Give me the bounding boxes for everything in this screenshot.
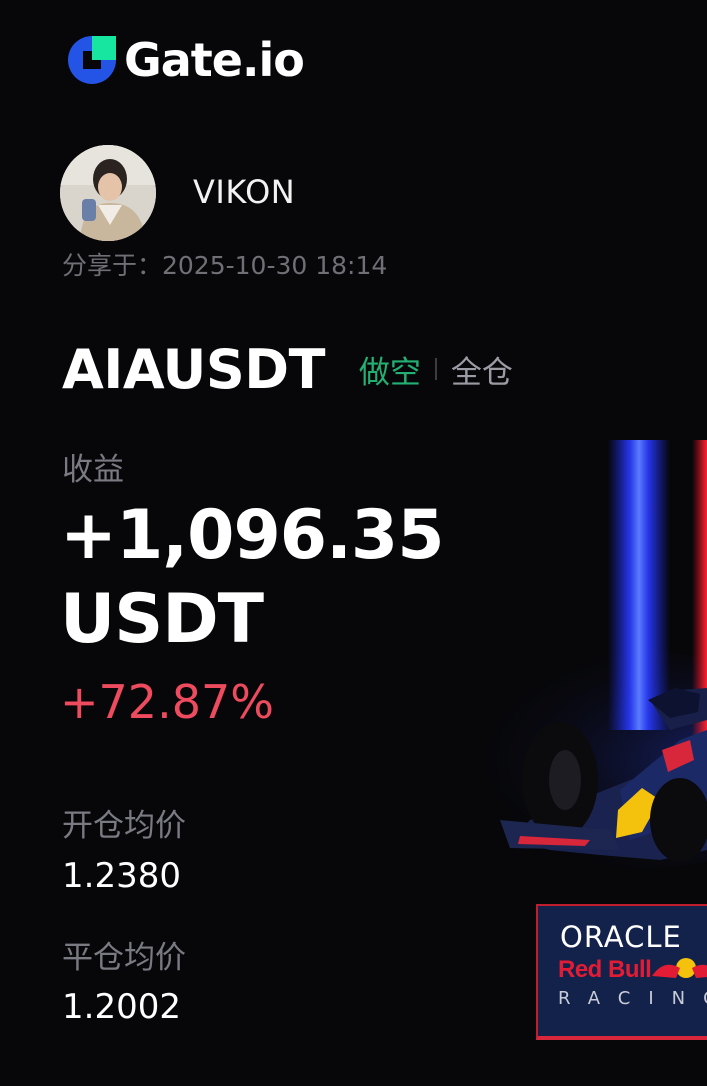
sponsor-line-3: RACING (558, 988, 707, 1009)
username: VIKON (193, 173, 296, 211)
avatar (60, 145, 156, 241)
sponsor-badge: ORACLE Red Bull RACING (536, 904, 707, 1040)
gate-logo: Gate.io (64, 32, 305, 88)
position-side-badge: 做空 (358, 354, 421, 391)
pnl-label: 收益 (62, 452, 124, 488)
close-price-value: 1.2002 (62, 987, 181, 1027)
red-bull-logo-icon (652, 958, 707, 978)
pnl-unit: USDT (60, 580, 264, 659)
entry-price-label: 开仓均价 (62, 808, 186, 844)
brand-name: Gate.io (124, 33, 305, 87)
divider (434, 358, 437, 380)
position-header: AIAUSDT 做空 全仓 (62, 337, 513, 401)
gate-logo-icon (68, 36, 116, 84)
sponsor-line-1: ORACLE (560, 920, 682, 954)
margin-mode-badge: 全仓 (450, 354, 513, 391)
trading-pair: AIAUSDT (62, 337, 325, 401)
user-photo-icon (60, 145, 156, 241)
share-card: Gate.io VIKON 分享于：2025-10-30 18:14 AIAUS… (0, 0, 707, 1086)
sponsor-line-2: Red Bull (558, 956, 652, 983)
share-timestamp: 分享于：2025-10-30 18:14 (62, 251, 388, 280)
pnl-percent: +72.87% (60, 675, 274, 729)
entry-price-value: 1.2380 (62, 856, 181, 896)
close-price-label: 平仓均价 (62, 940, 186, 976)
